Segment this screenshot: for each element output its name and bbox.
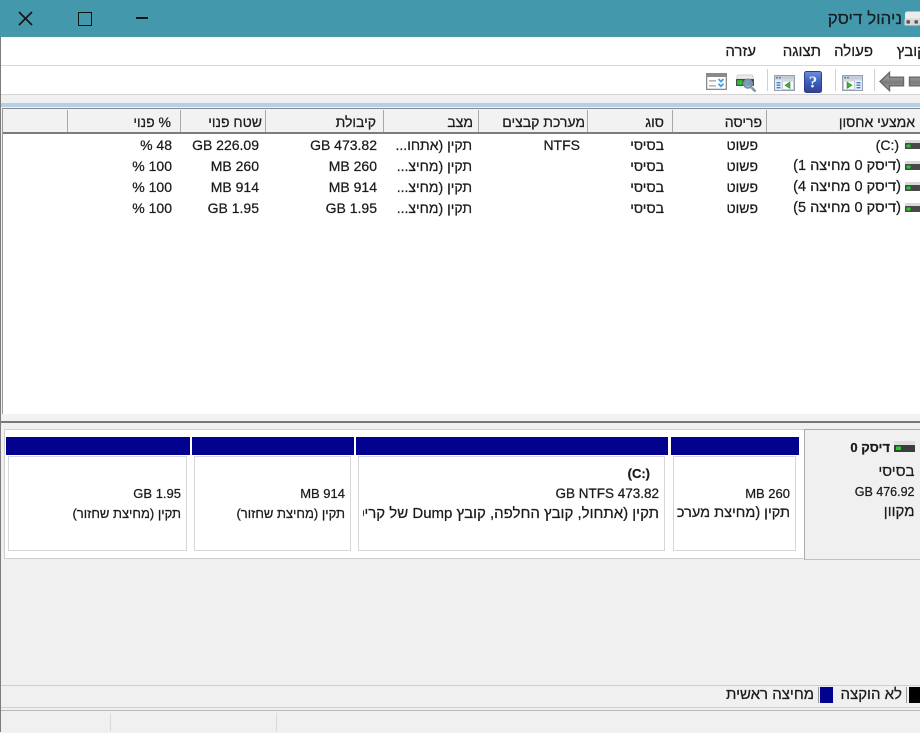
svg-text:?: ?	[809, 73, 818, 92]
